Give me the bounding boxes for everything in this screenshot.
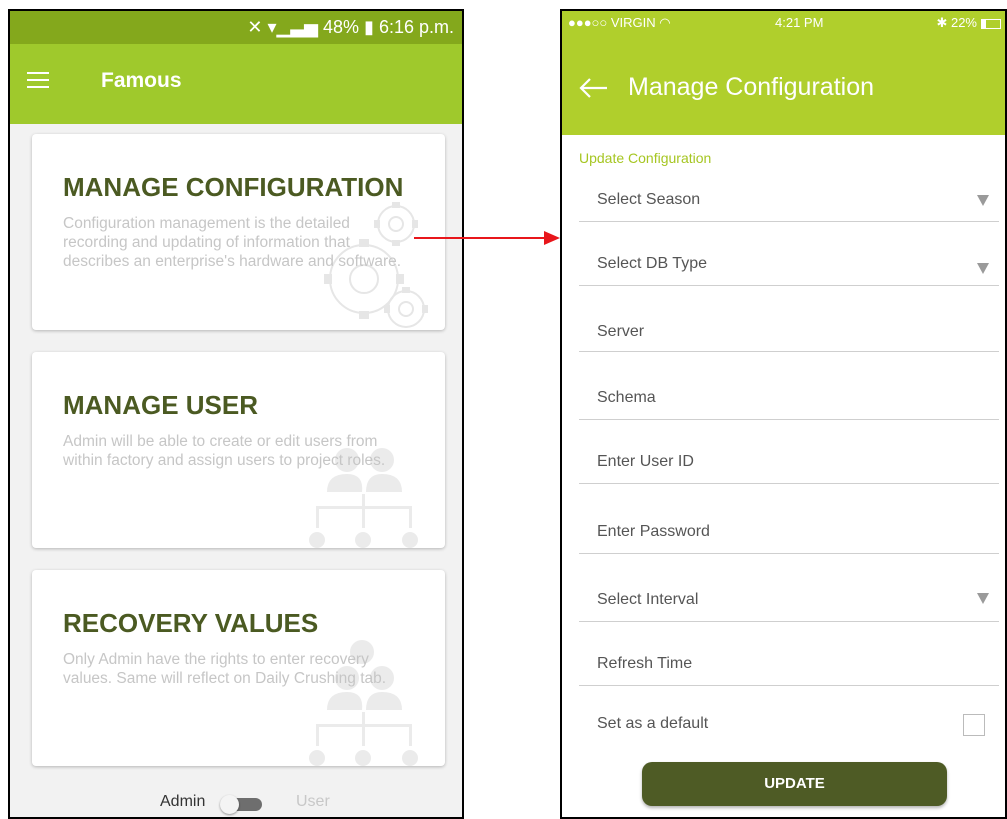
right-phone-screen: ●●●○○ VIRGIN ◠ 4:21 PM ✱ 22% Manage Conf… [560, 9, 1007, 819]
dropdown-caret-icon [977, 593, 989, 604]
card-description: Admin will be able to create or edit use… [63, 433, 386, 469]
update-button[interactable]: UPDATE [642, 762, 947, 806]
section-label: Update Configuration [579, 150, 712, 166]
schema-input[interactable]: Schema [579, 389, 999, 420]
status-time: 4:21 PM [775, 15, 824, 30]
battery-icon [981, 18, 1001, 29]
field-label: Server [597, 323, 645, 340]
manage-configuration-card[interactable]: MANAGE CONFIGURATION Configuration manag… [32, 134, 445, 330]
app-bar: Famous [10, 44, 462, 124]
field-label: Enter User ID [597, 453, 694, 470]
status-text: ✕ ▾▁▃▅ 48% ▮ 6:16 p.m. [247, 17, 454, 37]
field-label: Select Season [597, 191, 701, 208]
password-input[interactable]: Enter Password [579, 523, 999, 554]
back-arrow-icon[interactable] [578, 77, 608, 99]
carrier-text: ●●●○○ VIRGIN ◠ [568, 15, 671, 30]
card-description: Configuration management is the detailed… [63, 215, 402, 270]
field-label: Select DB Type [597, 255, 707, 272]
card-title: MANAGE CONFIGURATION [63, 172, 404, 202]
manage-user-card[interactable]: MANAGE USER Admin will be able to create… [32, 352, 445, 548]
user-id-input[interactable]: Enter User ID [579, 453, 999, 484]
role-toggle-row: Admin User [10, 791, 462, 817]
set-default-label: Set as a default [597, 715, 709, 732]
card-description: Only Admin have the rights to enter reco… [63, 651, 387, 687]
server-input[interactable]: Server [579, 321, 999, 352]
select-db-type-dropdown[interactable]: Select DB Type [579, 255, 999, 286]
refresh-time-input[interactable]: Refresh Time [579, 655, 999, 686]
field-label: Enter Password [597, 523, 710, 540]
card-title: RECOVERY VALUES [63, 608, 319, 638]
page-title: Manage Configuration [628, 73, 874, 101]
field-label: Select Interval [597, 591, 699, 608]
card-title: MANAGE USER [63, 390, 259, 420]
hamburger-menu-icon[interactable] [27, 72, 49, 90]
toggle-admin-label: Admin [160, 793, 206, 810]
header-bar: ●●●○○ VIRGIN ◠ 4:21 PM ✱ 22% Manage Conf… [562, 11, 1005, 135]
battery-indicator: ✱ 22% [936, 15, 1001, 31]
toggle-thumb [220, 795, 239, 814]
dropdown-caret-icon [977, 263, 989, 274]
set-default-checkbox[interactable] [963, 714, 985, 736]
recovery-values-card[interactable]: RECOVERY VALUES Only Admin have the righ… [32, 570, 445, 766]
field-label: Refresh Time [597, 655, 693, 672]
role-toggle-switch[interactable] [220, 795, 264, 814]
status-bar: ✕ ▾▁▃▅ 48% ▮ 6:16 p.m. [10, 11, 462, 44]
select-season-dropdown[interactable]: Select Season [579, 191, 999, 222]
field-label: Schema [597, 389, 656, 406]
left-phone-screen: ✕ ▾▁▃▅ 48% ▮ 6:16 p.m. Famous MANAGE CON… [8, 9, 464, 819]
battery-text: ✱ 22% [936, 15, 977, 30]
dropdown-caret-icon [977, 195, 989, 206]
select-interval-dropdown[interactable]: Select Interval [579, 591, 999, 622]
toggle-user-label: User [296, 793, 330, 810]
connector-arrow-icon [414, 231, 560, 245]
status-bar: ●●●○○ VIRGIN ◠ 4:21 PM ✱ 22% [562, 11, 1005, 37]
app-title: Famous [101, 69, 182, 92]
